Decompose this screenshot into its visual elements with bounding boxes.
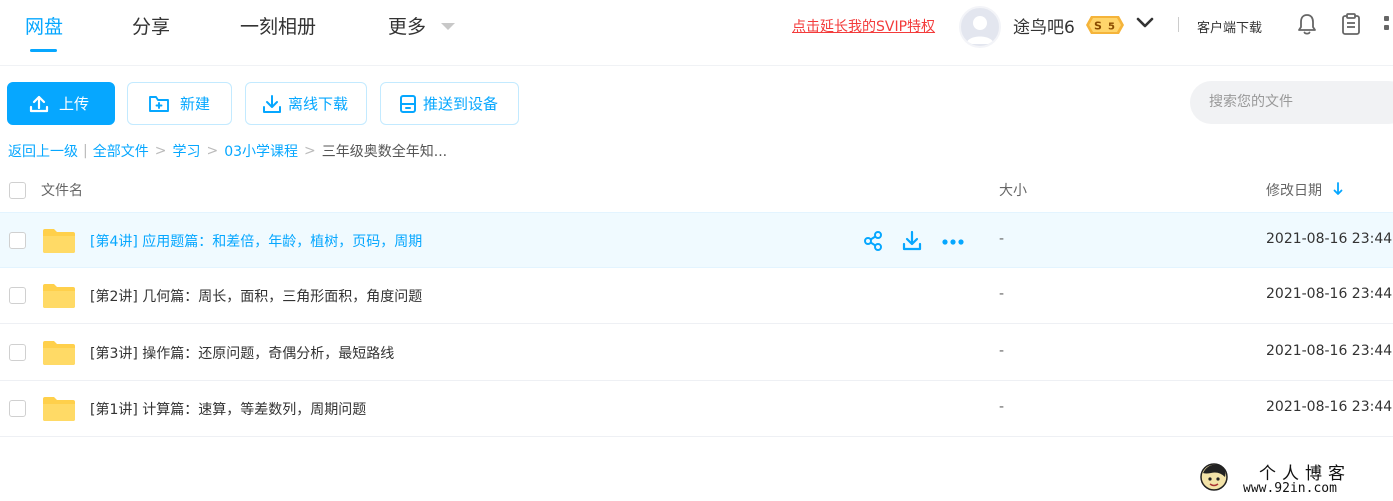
column-header-size[interactable]: 大小 [999,180,1027,200]
file-name[interactable]: [第4讲] 应用题篇：和差倍，年龄，植树，页码，周期 [90,231,422,251]
file-name[interactable]: [第3讲] 操作篇：还原问题，奇偶分析，最短路线 [90,343,394,363]
new-button[interactable]: 新建 [127,82,232,125]
file-name[interactable]: [第2讲] 几何篇：周长，面积，三角形面积，角度问题 [90,286,422,306]
divider [1178,17,1179,32]
file-modified-date: 2021-08-16 23:44 [1266,399,1393,415]
file-modified-date: 2021-08-16 23:44 [1266,231,1393,247]
file-size: - [999,286,1005,302]
breadcrumb-separator: > [154,143,167,159]
breadcrumb-separator: > [206,143,219,159]
chevron-down-icon[interactable] [1136,16,1154,30]
svip-renew-link[interactable]: 点击延长我的SVIP特权 [792,16,935,36]
sort-arrow-down-icon[interactable] [1333,182,1343,196]
watermark-logo [1200,463,1228,491]
client-download-link[interactable]: 客户端下载 [1197,17,1262,36]
row-checkbox[interactable] [9,287,26,304]
more-dots-icon[interactable] [941,230,965,252]
upload-label: 上传 [59,95,90,113]
folder-icon [43,341,75,365]
offline-download-label: 离线下载 [288,95,349,113]
upload-button[interactable]: 上传 [7,82,115,125]
breadcrumb-item-all-files[interactable]: 全部文件 [93,141,149,161]
share-icon[interactable] [862,230,884,252]
device-icon [400,94,416,113]
offline-download-button[interactable]: 离线下载 [245,82,367,125]
table-row[interactable]: [第4讲] 应用题篇：和差倍，年龄，植树，页码，周期 - 2021-08-16 … [0,212,1393,268]
grid-icon[interactable] [1382,14,1393,34]
select-all-checkbox[interactable] [9,182,26,199]
file-size: - [999,399,1005,415]
svg-text:S: S [1094,20,1102,33]
row-checkbox[interactable] [9,400,26,417]
file-size: - [999,343,1005,359]
table-row[interactable]: [第3讲] 操作篇：还原问题，奇偶分析，最短路线 - 2021-08-16 23… [0,325,1393,381]
breadcrumb-separator: > [304,143,316,159]
new-label: 新建 [180,95,211,113]
file-modified-date: 2021-08-16 23:44 [1266,343,1393,359]
tab-more[interactable]: 更多 [388,12,426,39]
tab-netdisk[interactable]: 网盘 [25,12,63,39]
vip-badge[interactable]: S 5 [1083,15,1125,35]
active-tab-indicator [30,49,57,52]
upload-icon [29,95,49,112]
username[interactable]: 途鸟吧6 [1013,13,1075,38]
row-checkbox[interactable] [9,232,26,249]
folder-icon [43,284,75,308]
download-icon [263,94,281,113]
clipboard-icon[interactable] [1340,12,1362,36]
table-row[interactable]: [第2讲] 几何篇：周长，面积，三角形面积，角度问题 - 2021-08-16 … [0,268,1393,324]
folder-icon [43,397,75,421]
breadcrumb-back[interactable]: 返回上一级 [8,141,78,161]
push-to-device-button[interactable]: 推送到设备 [380,82,519,125]
breadcrumb: 返回上一级 | 全部文件 > 学习 > 03小学课程 > 三年级奥数全年知... [8,141,447,161]
breadcrumb-item-course[interactable]: 03小学课程 [224,141,298,161]
breadcrumb-current: 三年级奥数全年知... [321,144,448,160]
breadcrumb-item-study[interactable]: 学习 [172,141,200,161]
row-checkbox[interactable] [9,344,26,361]
tab-album[interactable]: 一刻相册 [240,12,316,39]
column-header-name[interactable]: 文件名 [41,180,83,200]
table-row[interactable]: [第1讲] 计算篇：速算，等差数列，周期问题 - 2021-08-16 23:4… [0,381,1393,437]
watermark-url: www.92in.com [1243,481,1337,496]
column-header-modified[interactable]: 修改日期 [1266,180,1322,200]
avatar[interactable] [959,6,1001,48]
search-input[interactable]: 搜索您的文件 [1190,81,1393,124]
tab-share[interactable]: 分享 [132,12,170,39]
file-modified-date: 2021-08-16 23:44 [1266,286,1393,302]
download-icon[interactable] [901,230,923,252]
search-placeholder: 搜索您的文件 [1209,94,1293,110]
push-to-device-label: 推送到设备 [423,95,499,113]
file-size: - [999,231,1005,247]
file-name[interactable]: [第1讲] 计算篇：速算，等差数列，周期问题 [90,399,366,419]
folder-icon [43,229,75,253]
bell-icon[interactable] [1296,12,1318,36]
svg-text:5: 5 [1108,22,1115,33]
caret-down-icon[interactable] [441,23,455,30]
top-nav: 网盘 分享 一刻相册 更多 点击延长我的SVIP特权 途鸟吧6 S 5 客户端下… [0,0,1393,66]
new-folder-icon [149,95,169,112]
breadcrumb-divider: | [83,143,88,159]
